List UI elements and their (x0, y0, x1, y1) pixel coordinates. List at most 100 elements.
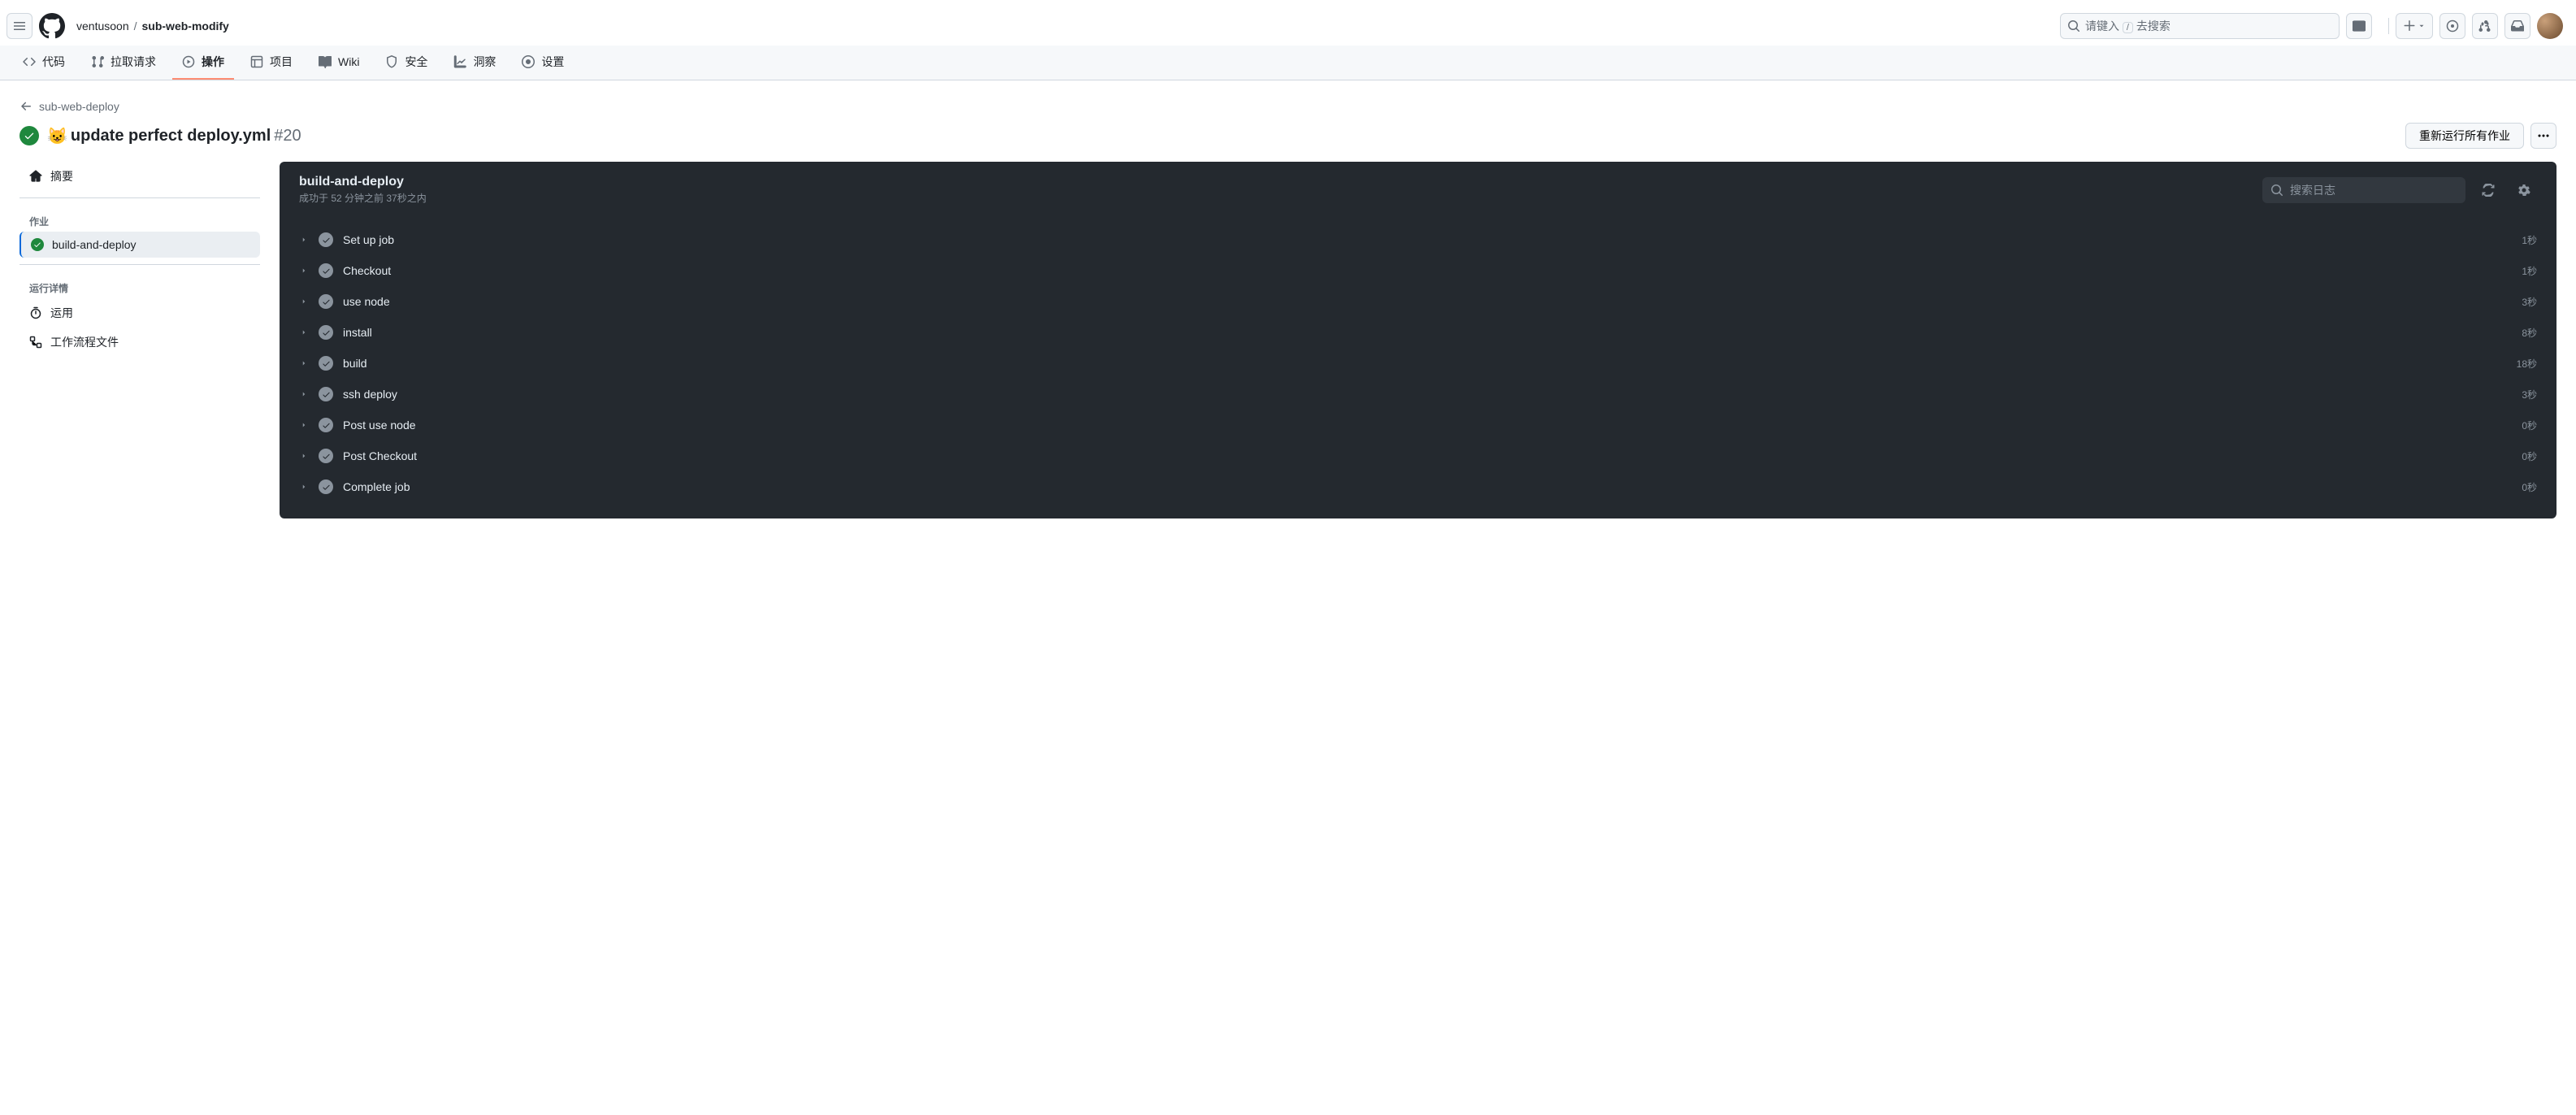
breadcrumb-owner[interactable]: ventusoon (76, 20, 129, 33)
chevron-right-icon (299, 452, 309, 460)
global-search[interactable]: 请键入 / 去搜索 (2060, 13, 2340, 39)
step-row[interactable]: Post Checkout 0秒 (280, 440, 2556, 471)
tab-projects[interactable]: 项目 (241, 46, 302, 80)
step-duration: 3秒 (2522, 295, 2537, 309)
tab-security[interactable]: 安全 (375, 46, 437, 80)
step-duration: 0秒 (2522, 449, 2537, 463)
tab-pull-requests[interactable]: 拉取请求 (81, 46, 166, 80)
tab-insights[interactable]: 洞察 (444, 46, 505, 80)
breadcrumb-repo[interactable]: sub-web-modify (142, 20, 229, 33)
log-refresh-button[interactable] (2475, 177, 2501, 203)
tab-label: 设置 (541, 54, 564, 70)
chevron-right-icon (299, 297, 309, 306)
chevron-right-icon (299, 483, 309, 491)
step-name: install (343, 326, 2512, 339)
step-row[interactable]: Post use node 0秒 (280, 410, 2556, 440)
run-title: 😺update perfect deploy.yml #20 (47, 126, 301, 146)
sidebar-summary[interactable]: 摘要 (20, 162, 260, 191)
step-row[interactable]: use node 3秒 (280, 286, 2556, 317)
workflow-icon (29, 336, 42, 349)
gear-icon (2517, 184, 2530, 197)
sidebar-jobs-heading: 作业 (20, 205, 260, 232)
log-search[interactable] (2262, 177, 2465, 203)
sidebar-workflow-file[interactable]: 工作流程文件 (20, 328, 260, 357)
step-duration: 18秒 (2517, 357, 2537, 371)
hamburger-menu-button[interactable] (7, 13, 33, 39)
tab-actions[interactable]: 操作 (172, 46, 234, 80)
gear-icon (522, 55, 535, 68)
run-title-text: update perfect deploy.yml (71, 127, 271, 145)
step-name: Set up job (343, 233, 2512, 246)
header-divider (2388, 18, 2389, 34)
step-name: Checkout (343, 264, 2512, 277)
user-avatar[interactable] (2537, 13, 2563, 39)
tab-label: 拉取请求 (111, 54, 156, 70)
github-mark-icon (39, 13, 65, 39)
pull-request-icon (91, 55, 104, 68)
step-row[interactable]: build 18秒 (280, 348, 2556, 379)
chevron-right-icon (299, 267, 309, 275)
tab-code[interactable]: 代码 (13, 46, 75, 80)
arrow-left-icon (20, 100, 33, 113)
sidebar-divider (20, 264, 260, 265)
header-actions (2388, 13, 2563, 39)
step-row[interactable]: Set up job 1秒 (280, 224, 2556, 255)
log-job-status-line: 成功于 52 分钟之前 37秒之内 (299, 191, 2253, 205)
notifications-button[interactable] (2504, 13, 2530, 39)
tab-label: 项目 (270, 54, 293, 70)
step-duration: 3秒 (2522, 388, 2537, 401)
run-kebab-button[interactable] (2530, 123, 2556, 149)
pull-requests-button[interactable] (2472, 13, 2498, 39)
run-status-success-icon (20, 126, 39, 145)
chevron-right-icon (299, 328, 309, 336)
sidebar-usage[interactable]: 运用 (20, 298, 260, 328)
issues-button[interactable] (2439, 13, 2465, 39)
step-row[interactable]: Checkout 1秒 (280, 255, 2556, 286)
github-logo[interactable] (39, 13, 65, 39)
rerun-all-button[interactable]: 重新运行所有作业 (2405, 123, 2524, 149)
table-icon (250, 55, 263, 68)
step-status-success-icon (319, 294, 333, 309)
step-duration: 8秒 (2522, 326, 2537, 340)
tab-label: 操作 (202, 54, 224, 70)
step-status-success-icon (319, 356, 333, 371)
step-duration: 0秒 (2522, 480, 2537, 494)
play-icon (182, 55, 195, 68)
home-icon (29, 170, 42, 183)
tab-label: 安全 (405, 54, 427, 70)
command-palette-button[interactable] (2346, 13, 2372, 39)
log-search-input[interactable] (2290, 184, 2457, 197)
tab-settings[interactable]: 设置 (512, 46, 574, 80)
search-icon (2270, 184, 2283, 197)
chevron-right-icon (299, 236, 309, 244)
step-row[interactable]: Complete job 0秒 (280, 471, 2556, 502)
tab-wiki[interactable]: Wiki (309, 47, 369, 78)
run-sidebar: 摘要 作业 build-and-deploy 运行详情 运用 工作流程文件 (20, 162, 260, 518)
sidebar-job-item[interactable]: build-and-deploy (20, 232, 260, 258)
step-status-success-icon (319, 325, 333, 340)
step-status-success-icon (319, 263, 333, 278)
create-new-button[interactable] (2396, 13, 2433, 39)
search-icon (2067, 20, 2080, 33)
step-status-success-icon (319, 387, 333, 401)
run-number: #20 (274, 127, 301, 145)
step-name: build (343, 357, 2507, 370)
tab-label: 洞察 (473, 54, 496, 70)
log-settings-button[interactable] (2511, 177, 2537, 203)
step-row[interactable]: install 8秒 (280, 317, 2556, 348)
sidebar-job-label: build-and-deploy (52, 238, 137, 251)
plus-icon (2403, 20, 2416, 33)
steps-list: Set up job 1秒 Checkout 1秒 use node 3秒 in… (280, 218, 2556, 518)
step-row[interactable]: ssh deploy 3秒 (280, 379, 2556, 410)
sidebar-usage-label: 运用 (50, 305, 73, 321)
back-link[interactable]: sub-web-deploy (20, 93, 2556, 119)
step-status-success-icon (319, 449, 333, 463)
kebab-icon (2537, 129, 2550, 142)
search-placeholder-text: 请键入 / 去搜索 (2085, 18, 2332, 34)
code-icon (23, 55, 36, 68)
step-name: Complete job (343, 480, 2512, 493)
step-name: use node (343, 295, 2512, 308)
step-duration: 1秒 (2522, 233, 2537, 247)
step-duration: 0秒 (2522, 419, 2537, 432)
pull-request-icon (2478, 20, 2491, 33)
